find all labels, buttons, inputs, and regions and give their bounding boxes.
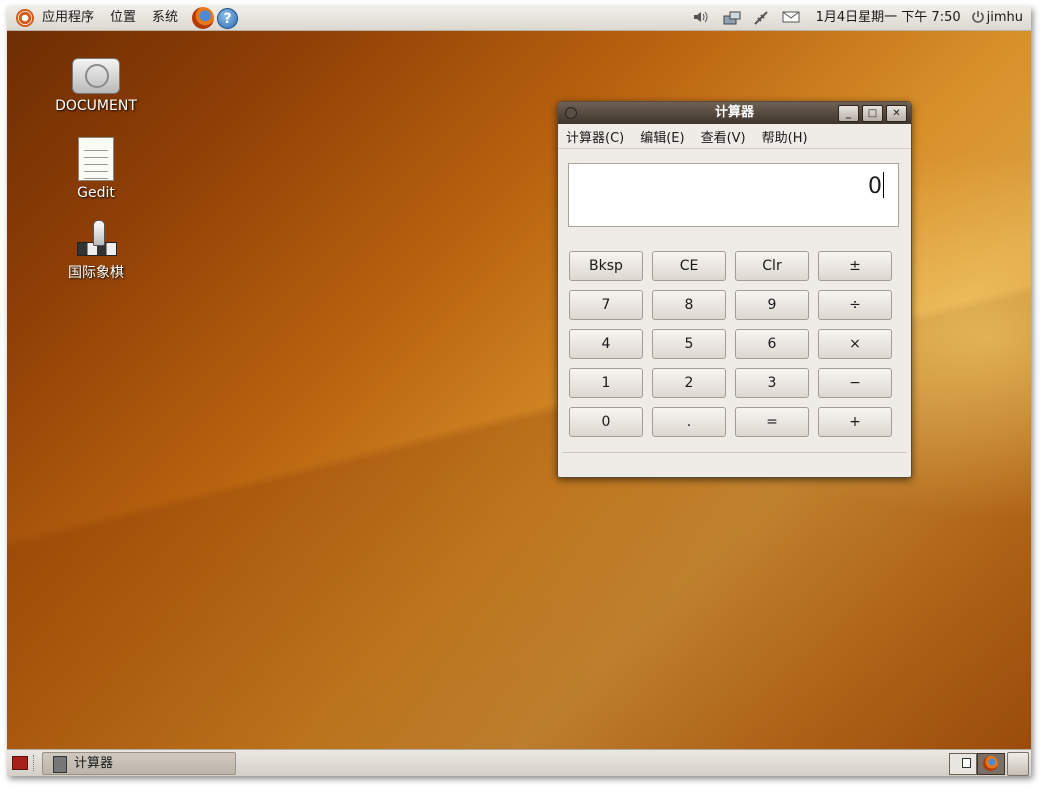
show-desktop-icon[interactable] bbox=[12, 756, 28, 770]
window-titlebar[interactable]: 计算器 _ □ ✕ bbox=[558, 102, 911, 124]
desktop: 应用程序 位置 系统 ? 1月4日星期一 下午 7:50 jimhu DOCUM… bbox=[7, 6, 1031, 776]
menu-calculator[interactable]: 计算器(C) bbox=[558, 127, 632, 146]
workspace-switcher-1[interactable] bbox=[949, 753, 977, 775]
taskbar-item-calculator[interactable]: 计算器 bbox=[42, 752, 236, 775]
trash-icon[interactable] bbox=[1007, 752, 1029, 776]
bottom-panel: 计算器 bbox=[7, 749, 1031, 776]
menu-edit[interactable]: 编辑(E) bbox=[632, 127, 692, 146]
volume-icon[interactable] bbox=[692, 10, 710, 26]
text-caret bbox=[883, 172, 884, 198]
workspace-switcher-2[interactable] bbox=[977, 753, 1005, 775]
window-menu-icon[interactable] bbox=[565, 107, 577, 119]
desktop-icon-document[interactable]: DOCUMENT bbox=[36, 58, 156, 114]
mail-icon[interactable] bbox=[782, 10, 800, 26]
window-thumbnail-icon bbox=[962, 758, 971, 768]
digit-9-button[interactable]: 9 bbox=[735, 290, 809, 320]
equals-button[interactable]: = bbox=[735, 407, 809, 437]
menu-places[interactable]: 位置 bbox=[102, 6, 144, 30]
menu-view[interactable]: 查看(V) bbox=[693, 127, 754, 146]
menu-applications[interactable]: 应用程序 bbox=[34, 6, 102, 30]
digit-0-button[interactable]: 0 bbox=[569, 407, 643, 437]
digit-4-button[interactable]: 4 bbox=[569, 329, 643, 359]
digit-1-button[interactable]: 1 bbox=[569, 368, 643, 398]
user-name[interactable]: jimhu bbox=[987, 6, 1031, 30]
chess-icon bbox=[75, 218, 117, 258]
digit-2-button[interactable]: 2 bbox=[652, 368, 726, 398]
calculator-icon bbox=[53, 756, 67, 773]
calculator-window: 计算器 _ □ ✕ 计算器(C) 编辑(E) 查看(V) 帮助(H) 0 Bks… bbox=[557, 101, 912, 478]
power-icon[interactable] bbox=[971, 10, 985, 26]
desktop-icon-chess[interactable]: 国际象棋 bbox=[36, 218, 156, 282]
add-button[interactable]: + bbox=[818, 407, 892, 437]
menu-system[interactable]: 系统 bbox=[144, 6, 186, 30]
minimize-button[interactable]: _ bbox=[838, 105, 859, 122]
desktop-icon-gedit[interactable]: Gedit bbox=[36, 137, 156, 201]
bksp-button[interactable]: Bksp bbox=[569, 251, 643, 281]
network-icon[interactable] bbox=[722, 10, 741, 26]
digit-7-button[interactable]: 7 bbox=[569, 290, 643, 320]
drive-icon bbox=[72, 58, 120, 94]
clock[interactable]: 1月4日星期一 下午 7:50 bbox=[806, 6, 971, 30]
desktop-icon-label: 国际象棋 bbox=[68, 265, 124, 281]
maximize-button[interactable]: □ bbox=[862, 105, 883, 122]
decimal-point-button[interactable]: . bbox=[652, 407, 726, 437]
desktop-icon-label: Gedit bbox=[77, 185, 115, 201]
top-panel: 应用程序 位置 系统 ? 1月4日星期一 下午 7:50 jimhu bbox=[7, 6, 1031, 31]
calculator-display[interactable]: 0 bbox=[568, 163, 899, 227]
text-editor-icon bbox=[78, 137, 114, 181]
divide-button[interactable]: ÷ bbox=[818, 290, 892, 320]
digit-5-button[interactable]: 5 bbox=[652, 329, 726, 359]
panel-handle[interactable] bbox=[33, 755, 37, 771]
multiply-button[interactable]: × bbox=[818, 329, 892, 359]
window-title: 计算器 bbox=[714, 105, 754, 120]
menubar: 计算器(C) 编辑(E) 查看(V) 帮助(H) bbox=[558, 124, 911, 149]
digit-3-button[interactable]: 3 bbox=[735, 368, 809, 398]
status-bar bbox=[562, 452, 907, 473]
help-launcher-icon[interactable]: ? bbox=[217, 7, 239, 29]
ce-button[interactable]: CE bbox=[652, 251, 726, 281]
display-value: 0 bbox=[868, 174, 882, 199]
system-tray: 1月4日星期一 下午 7:50 jimhu bbox=[686, 6, 1031, 30]
taskbar-item-label: 计算器 bbox=[74, 756, 114, 771]
digit-6-button[interactable]: 6 bbox=[735, 329, 809, 359]
close-button[interactable]: ✕ bbox=[886, 105, 907, 122]
desktop-icon-label: DOCUMENT bbox=[55, 98, 137, 114]
ubuntu-logo-icon[interactable] bbox=[16, 9, 34, 27]
clr-button[interactable]: Clr bbox=[735, 251, 809, 281]
connection-icon[interactable] bbox=[752, 10, 770, 26]
firefox-icon bbox=[983, 756, 998, 771]
digit-8-button[interactable]: 8 bbox=[652, 290, 726, 320]
subtract-button[interactable]: − bbox=[818, 368, 892, 398]
firefox-launcher-icon[interactable] bbox=[192, 7, 215, 29]
menu-help[interactable]: 帮助(H) bbox=[754, 127, 816, 146]
sign-button[interactable]: ± bbox=[818, 251, 892, 281]
